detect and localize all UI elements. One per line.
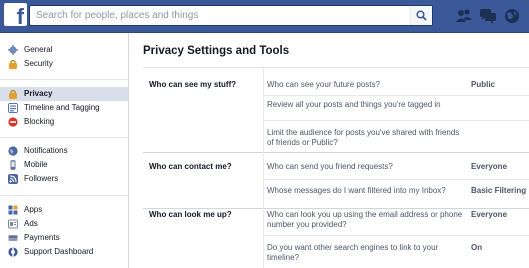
mobile-icon [10,160,16,170]
sidebar-item-label: Notifications [24,146,68,155]
sidebar-item-apps[interactable]: Apps [0,203,128,217]
setting-value[interactable]: On [471,243,482,252]
sidebar-item-label: Apps [24,205,43,214]
globe-icon [8,146,18,156]
timeline-icon [8,103,18,113]
notifications-globe-icon[interactable] [503,7,521,25]
sidebar-item-notifications[interactable]: Notifications [0,144,128,158]
sidebar-item-support-dashboard[interactable]: Support Dashboard [0,245,128,259]
apps-icon [8,205,18,215]
setting-value[interactable]: Basic Filtering [471,186,526,195]
lock-icon [9,59,17,69]
search-box [29,5,433,26]
setting-value[interactable]: Public [471,80,495,89]
setting-question[interactable]: Limit the audience for posts you've shar… [267,128,463,148]
row-divider [263,95,529,96]
setting-question[interactable]: Who can see your future posts? [267,80,463,90]
sidebar-item-label: Ads [24,219,38,228]
jewel-icons [455,7,523,25]
sidebar-item-label: Privacy [24,89,53,98]
section-label-contact-me: Who can contact me? [149,162,232,171]
sidebar-item-label: Blocking [24,117,55,126]
row-divider [263,235,529,236]
sidebar-item-ads[interactable]: Ads [0,217,128,231]
messages-icon[interactable] [479,7,497,25]
section-label-see-my-stuff: Who can see my stuff? [149,80,237,89]
section-column-divider [263,152,264,208]
sidebar-item-label: Followers [24,174,59,183]
facebook-logo[interactable]: f [4,3,27,29]
setting-question[interactable]: Whose messages do I want filtered into m… [267,186,463,196]
support-icon [8,247,18,257]
sidebar-item-label: General [24,45,53,54]
ads-icon [8,219,18,229]
section-divider [143,208,529,209]
blocking-icon [8,117,18,127]
section-column-divider [263,68,264,152]
gear-icon [8,45,18,55]
sidebar-item-label: Mobile [24,160,48,169]
sidebar-item-blocking[interactable]: Blocking [0,115,128,129]
page-title: Privacy Settings and Tools [143,45,290,57]
sidebar-item-payments[interactable]: Payments [0,231,128,245]
search-button[interactable] [410,6,432,25]
friend-requests-icon[interactable] [455,7,473,25]
sidebar-item-timeline-and-tagging[interactable]: Timeline and Tagging [0,101,128,115]
row-divider [263,179,529,180]
sidebar-item-security[interactable]: Security [0,57,128,71]
section-label-look-me-up: Who can look me up? [149,210,232,219]
section-column-divider [263,208,264,268]
sidebar-divider [0,195,128,196]
sidebar-item-followers[interactable]: Followers [0,172,128,186]
search-icon [416,10,427,21]
search-input[interactable] [30,6,410,25]
row-divider [263,120,529,121]
sidebar-item-label: Payments [24,233,60,242]
setting-value[interactable]: Everyone [471,162,507,171]
setting-question[interactable]: Who can look you up using the email addr… [267,210,463,230]
sidebar-item-label: Support Dashboard [24,247,94,256]
payments-icon [8,235,18,241]
sidebar-item-general[interactable]: General [0,43,128,57]
setting-question[interactable]: Who can send you friend requests? [267,162,463,172]
setting-question[interactable]: Do you want other search engines to link… [267,243,463,263]
setting-question[interactable]: Review all your posts and things you're … [267,100,463,110]
lock-icon [9,89,17,99]
logo-letter: f [16,4,24,29]
settings-sidebar: General Security Privacy Timeline and Ta… [0,33,128,268]
rss-icon [8,174,18,184]
sidebar-divider [0,137,128,138]
top-bar: f [0,0,529,33]
sidebar-item-privacy[interactable]: Privacy [0,87,128,101]
sidebar-item-label: Timeline and Tagging [24,103,100,112]
setting-value[interactable]: Everyone [471,210,507,219]
sidebar-item-mobile[interactable]: Mobile [0,158,128,172]
sidebar-item-label: Security [24,59,53,68]
sidebar-divider [0,79,128,80]
title-divider [143,67,529,68]
section-divider [143,152,529,153]
privacy-settings-panel: Privacy Settings and Tools Who can see m… [128,33,529,268]
